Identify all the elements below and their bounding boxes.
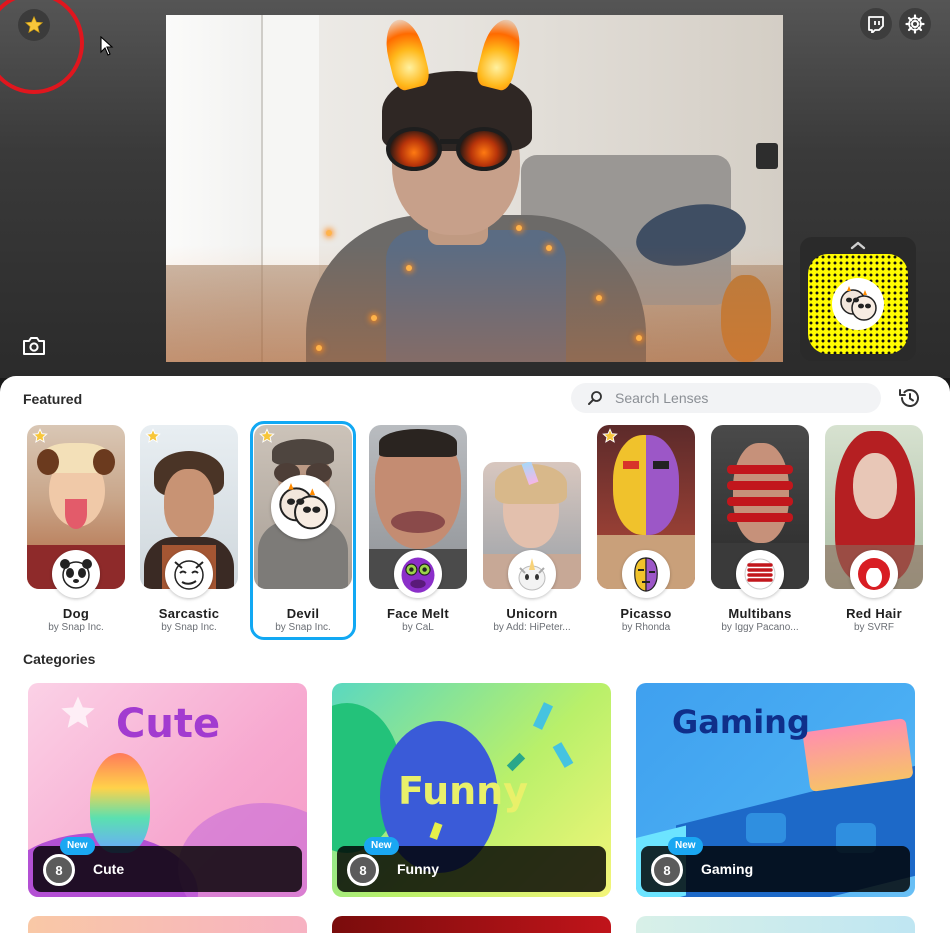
category-label: Funny <box>397 861 439 877</box>
featured-heading: Featured <box>23 391 83 407</box>
lens-author: by Snap Inc. <box>48 622 104 633</box>
category-bar: 8 New Gaming <box>641 837 910 892</box>
category-card-partial[interactable] <box>332 916 611 933</box>
star-decoration-icon <box>61 696 95 728</box>
lens-icon <box>165 550 213 598</box>
annotation-ring <box>0 0 84 94</box>
sarcastic-face-icon <box>174 560 204 590</box>
mouse-cursor-icon <box>100 36 114 56</box>
category-art-title: Cute <box>116 701 221 747</box>
lens-author: by SVRF <box>853 622 894 633</box>
search-bar[interactable] <box>571 383 881 413</box>
category-bar: 8 New Funny <box>337 837 606 892</box>
lens-author: by Snap Inc. <box>161 622 217 633</box>
unicorn-icon <box>518 558 546 591</box>
favorite-star-icon <box>145 428 161 443</box>
lens-author: by Iggy Pacano... <box>721 622 799 633</box>
lens-name: Face Melt <box>387 606 449 621</box>
lens-author: by Snap Inc. <box>275 622 331 633</box>
category-card-funny[interactable]: Funny 8 New Funny <box>332 683 611 897</box>
favorite-star-icon <box>602 428 618 443</box>
new-badge: New <box>60 837 95 855</box>
lens-author: by Add: HiPeter... <box>493 622 571 633</box>
snapcode-card[interactable] <box>800 237 916 361</box>
lens-name: Sarcastic <box>158 606 220 621</box>
panda-icon <box>60 559 92 589</box>
lens-icon <box>850 550 898 598</box>
lens-count-badge: 8 <box>651 854 683 886</box>
new-badge: New <box>364 837 399 855</box>
lens-name: Unicorn <box>506 606 558 621</box>
lens-icon <box>271 475 335 539</box>
snapcode <box>808 254 908 354</box>
lens-count-badge: 8 <box>347 854 379 886</box>
category-card-gaming[interactable]: Gaming 8 New Gaming <box>636 683 915 897</box>
chevron-up-icon <box>850 241 866 250</box>
category-card-cute[interactable]: Cute 8 New Cute <box>28 683 307 897</box>
favorite-star-icon <box>259 428 275 443</box>
category-label: Cute <box>93 861 125 877</box>
settings-button[interactable] <box>899 8 931 40</box>
twitch-icon <box>868 16 884 33</box>
new-badge: New <box>668 837 703 855</box>
lens-author: by CaL <box>402 622 434 633</box>
lens-icon <box>52 550 100 598</box>
devil-lens-icon <box>279 483 328 530</box>
lens-name: Dog <box>62 606 90 621</box>
search-input[interactable] <box>615 387 865 409</box>
category-art-title: Gaming <box>672 703 810 741</box>
history-icon[interactable] <box>897 385 923 411</box>
category-bar: 8 New Cute <box>33 837 302 892</box>
melting-face-icon <box>401 557 435 593</box>
lens-icon <box>622 550 670 598</box>
favorite-star-icon <box>32 428 48 443</box>
picasso-mask-icon <box>634 557 658 592</box>
lens-name: Devil <box>286 606 320 621</box>
twitch-button[interactable] <box>860 8 892 40</box>
search-icon <box>588 391 602 405</box>
red-hair-icon <box>858 558 890 590</box>
multiple-sunglasses-icon <box>744 558 776 590</box>
lens-browser-sheet: Featured Dog by Snap Inc. <box>0 376 950 933</box>
camera-preview <box>166 15 783 362</box>
lens-count-badge: 8 <box>43 854 75 886</box>
category-card-partial[interactable] <box>636 916 915 933</box>
devil-lens-icon <box>840 286 877 321</box>
camera-area <box>0 0 950 378</box>
lens-name: Multibans <box>728 606 792 621</box>
category-label: Gaming <box>701 861 754 877</box>
camera-icon[interactable] <box>22 336 46 356</box>
category-card-partial[interactable] <box>28 916 307 933</box>
lens-icon <box>394 550 442 598</box>
lens-icon <box>736 550 784 598</box>
categories-heading: Categories <box>23 651 96 667</box>
lens-name: Picasso <box>620 606 672 621</box>
gear-icon <box>905 14 925 34</box>
lens-icon <box>508 550 556 598</box>
category-art-title: Funny <box>398 769 528 813</box>
lens-name: Red Hair <box>846 606 902 621</box>
lens-author: by Rhonda <box>621 622 671 633</box>
